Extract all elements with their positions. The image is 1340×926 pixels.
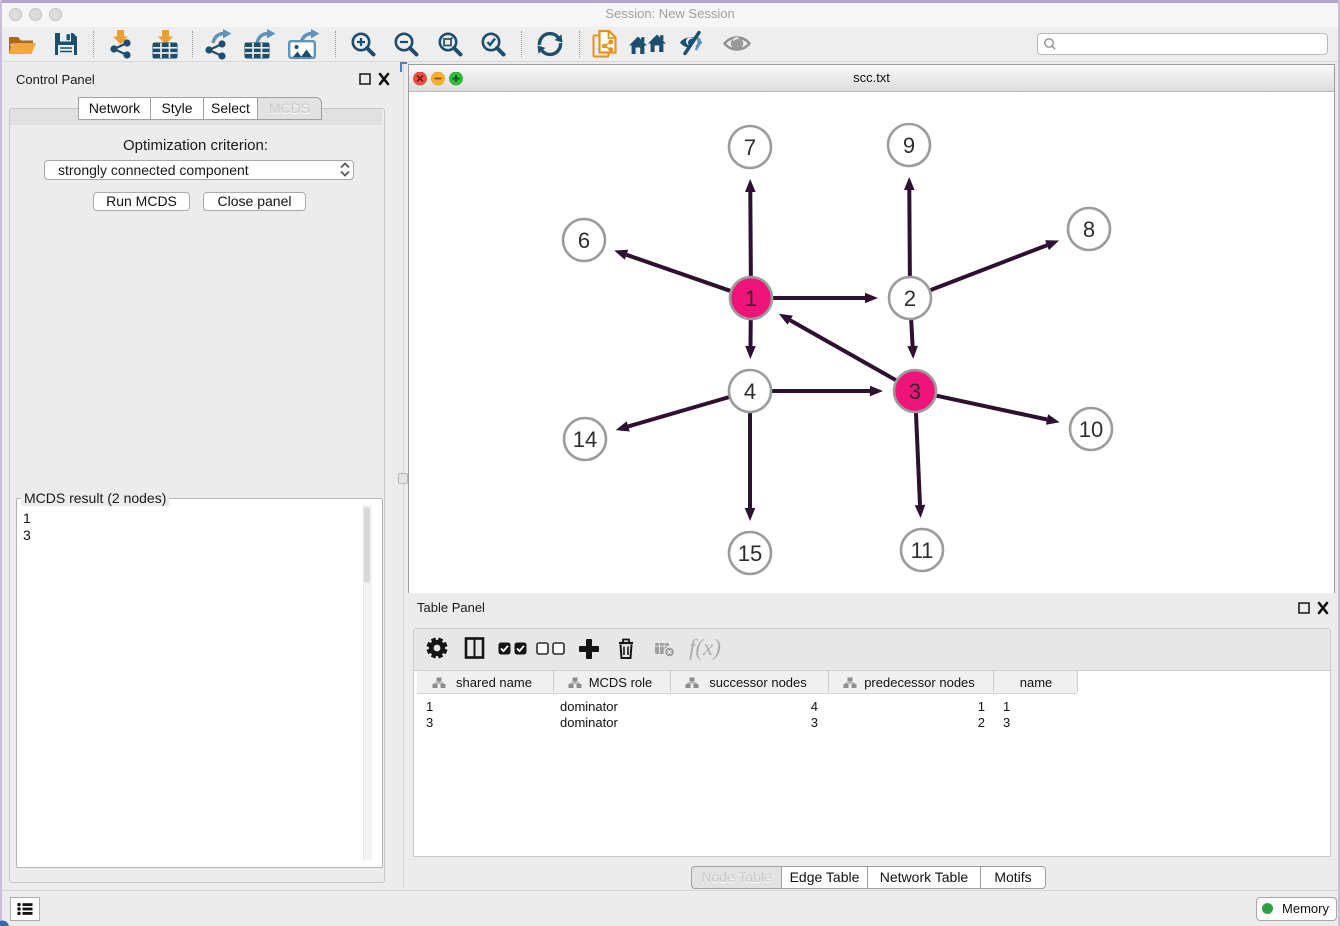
svg-text:8: 8	[1083, 217, 1095, 242]
svg-text:1: 1	[745, 286, 757, 311]
svg-text:7: 7	[744, 135, 756, 160]
svg-text:2: 2	[904, 286, 916, 311]
svg-text:14: 14	[573, 427, 597, 452]
svg-text:6: 6	[578, 228, 590, 253]
svg-text:11: 11	[911, 538, 934, 563]
svg-text:4: 4	[744, 379, 756, 404]
svg-text:10: 10	[1079, 417, 1103, 442]
svg-text:15: 15	[738, 541, 762, 566]
svg-text:9: 9	[903, 133, 915, 158]
svg-text:3: 3	[909, 379, 921, 404]
